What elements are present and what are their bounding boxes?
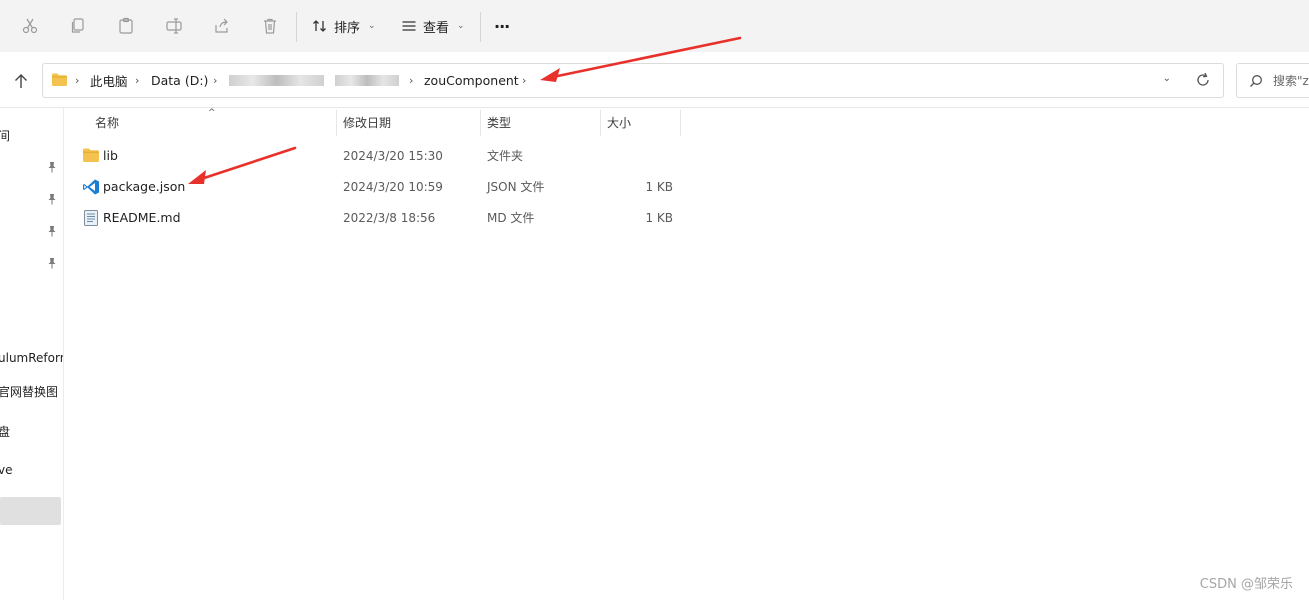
file-size: 1 KB bbox=[645, 179, 673, 194]
sort-icon bbox=[313, 20, 326, 32]
column-divider[interactable] bbox=[600, 110, 601, 136]
file-size: 1 KB bbox=[645, 210, 673, 225]
cut-icon[interactable] bbox=[18, 12, 42, 40]
file-name: lib bbox=[103, 148, 118, 163]
pin-icon bbox=[48, 226, 56, 237]
pin-icon bbox=[48, 258, 56, 269]
file-row[interactable]: package.json 2024/3/20 10:59 JSON 文件 1 K… bbox=[78, 171, 694, 202]
column-header-type[interactable]: 类型 bbox=[487, 108, 511, 136]
breadcrumb-zoucomponent[interactable]: zouComponent bbox=[424, 64, 519, 97]
sort-button[interactable]: 排序 ⌄ bbox=[312, 12, 376, 40]
paste-icon[interactable] bbox=[114, 12, 138, 40]
column-divider[interactable] bbox=[680, 110, 681, 136]
view-label: 查看 bbox=[423, 20, 450, 36]
up-arrow-icon[interactable] bbox=[10, 70, 32, 92]
view-button[interactable]: 查看 ⌄ bbox=[401, 12, 465, 40]
history-dropdown-icon[interactable]: ⌄ bbox=[1163, 73, 1171, 84]
more-options-button[interactable]: ··· bbox=[494, 12, 510, 40]
column-divider[interactable] bbox=[336, 110, 337, 136]
file-type: MD 文件 bbox=[487, 211, 535, 225]
column-header-size[interactable]: 大小 bbox=[607, 108, 631, 136]
sidebar-item-label[interactable]: 盘 bbox=[0, 423, 10, 440]
breadcrumb-chevron-icon: › bbox=[135, 74, 140, 87]
view-list-icon bbox=[402, 21, 416, 31]
search-placeholder: 搜索"z bbox=[1273, 74, 1309, 88]
file-size bbox=[608, 140, 673, 171]
sort-ascending-icon: ^ bbox=[208, 108, 216, 118]
file-type: JSON 文件 bbox=[487, 180, 545, 194]
column-header-modified[interactable]: 修改日期 bbox=[343, 108, 391, 136]
sidebar-item-label[interactable]: 间 bbox=[0, 127, 10, 144]
folder-icon bbox=[51, 72, 68, 90]
pin-icon bbox=[48, 194, 56, 205]
breadcrumb-chevron-icon: › bbox=[75, 74, 80, 87]
file-modified: 2024/3/20 15:30 bbox=[343, 148, 443, 163]
file-row[interactable]: README.md 2022/3/8 18:56 MD 文件 1 KB bbox=[78, 202, 694, 233]
pin-icon bbox=[48, 162, 56, 173]
vscode-icon bbox=[82, 178, 100, 196]
annotation-arrow bbox=[540, 36, 742, 82]
sidebar-item-selected[interactable] bbox=[0, 497, 61, 525]
file-type: 文件夹 bbox=[487, 149, 524, 163]
breadcrumb-chevron-icon: › bbox=[522, 74, 527, 87]
breadcrumb-drive-d[interactable]: Data (D:) bbox=[151, 64, 208, 97]
sidebar-item-label[interactable]: ulumReform bbox=[0, 351, 63, 365]
file-name: README.md bbox=[103, 210, 181, 225]
watermark: CSDN @邹荣乐 bbox=[1199, 577, 1293, 592]
file-modified: 2022/3/8 18:56 bbox=[343, 210, 436, 225]
search-box[interactable]: 搜索"z bbox=[1236, 63, 1309, 98]
refresh-icon[interactable] bbox=[1195, 71, 1211, 92]
text-file-icon bbox=[82, 209, 100, 227]
copy-icon[interactable] bbox=[66, 12, 90, 40]
sidebar-item-label[interactable]: 官网替换图 bbox=[0, 383, 58, 400]
chevron-down-icon: ⌄ bbox=[368, 21, 376, 31]
file-modified: 2024/3/20 10:59 bbox=[343, 179, 443, 194]
sidebar-item-label[interactable]: ve bbox=[0, 463, 12, 477]
delete-icon[interactable] bbox=[258, 12, 282, 40]
breadcrumb-this-pc[interactable]: 此电脑 bbox=[90, 64, 128, 97]
breadcrumb-chevron-icon: › bbox=[213, 74, 218, 87]
redacted-path-segment[interactable] bbox=[229, 75, 324, 86]
breadcrumb-chevron-icon: › bbox=[409, 74, 414, 87]
annotation-arrow bbox=[188, 146, 297, 184]
toolbar-divider bbox=[296, 12, 297, 42]
file-row[interactable]: lib 2024/3/20 15:30 文件夹 bbox=[78, 140, 694, 171]
column-divider[interactable] bbox=[480, 110, 481, 136]
search-icon bbox=[1250, 74, 1262, 87]
column-header-name[interactable]: 名称 bbox=[95, 108, 119, 136]
sort-label: 排序 bbox=[334, 20, 361, 36]
redacted-path-segment[interactable] bbox=[335, 75, 399, 86]
rename-icon[interactable] bbox=[162, 12, 186, 40]
share-icon[interactable] bbox=[210, 12, 234, 40]
navigation-pane: 间 ulumReform 官网替换图 盘 ve bbox=[0, 108, 64, 600]
chevron-down-icon: ⌄ bbox=[457, 21, 465, 31]
file-name: package.json bbox=[103, 179, 186, 194]
toolbar-divider bbox=[480, 12, 481, 42]
folder-icon bbox=[82, 147, 100, 165]
